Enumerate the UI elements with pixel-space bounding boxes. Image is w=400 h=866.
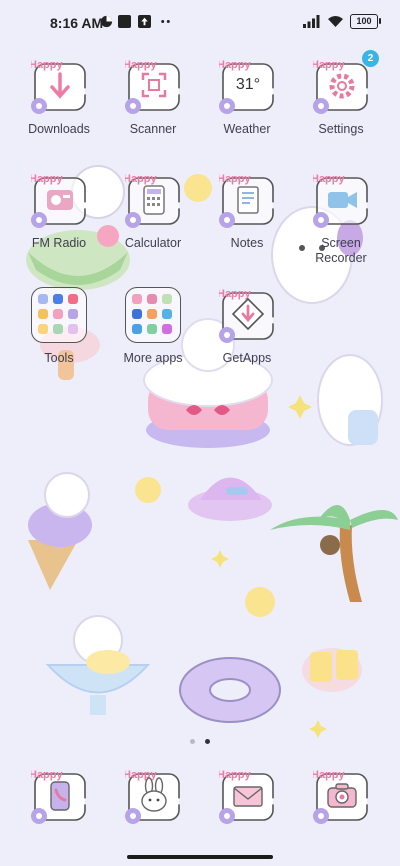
app-getapps[interactable]: Happy GetApps [201, 287, 293, 366]
beer-decoration [302, 648, 362, 692]
dessert-bowl-decoration [45, 615, 151, 715]
happy-tag: Happy [31, 59, 64, 71]
app-label-scanner: Scanner [129, 122, 177, 136]
app-label-notes: Notes [230, 236, 264, 250]
video-camera-icon: Happy [311, 173, 368, 228]
dock-camera[interactable]: Happy [295, 768, 387, 824]
notification-app-icon [118, 15, 131, 28]
folder-tools[interactable]: Tools [13, 287, 105, 366]
camera-icon: Happy [311, 769, 368, 824]
upload-notification-icon [138, 15, 151, 28]
mail-icon: Happy [217, 769, 274, 824]
download-icon: Happy [29, 59, 86, 114]
app-fm-radio[interactable]: Happy FM Radio [13, 172, 105, 251]
swim-ring-decoration [179, 657, 281, 723]
folder-icon [31, 287, 87, 343]
app-label-screen-recorder: Screen Recorder [315, 236, 367, 265]
folder-label-more-apps: More apps [123, 351, 183, 365]
happy-tag: Happy [313, 769, 346, 781]
scan-icon: Happy [123, 59, 180, 114]
happy-tag: Happy [125, 59, 158, 71]
dock-mail[interactable]: Happy [201, 768, 293, 824]
page-indicator [0, 731, 400, 749]
happy-tag: Happy [313, 173, 346, 185]
app-scanner[interactable]: Happy Scanner [107, 58, 199, 137]
page-dot-2 [205, 739, 211, 744]
hat-decoration [188, 477, 272, 521]
calculator-icon: Happy [123, 173, 180, 228]
happy-tag: Happy [313, 59, 346, 71]
app-label-weather: Weather [223, 122, 271, 136]
radio-icon: Happy [29, 173, 86, 228]
happy-tag: Happy [125, 173, 158, 185]
app-label-getapps: GetApps [222, 351, 272, 365]
app-weather[interactable]: Happy 31° Weather [201, 58, 293, 137]
happy-tag: Happy [31, 173, 64, 185]
app-settings[interactable]: Happy 2 Settings [295, 50, 387, 137]
happy-tag: Happy [125, 769, 158, 781]
status-time: 8:16 AM [50, 15, 104, 31]
dock-messages[interactable]: Happy [107, 768, 199, 824]
status-bar: 8:16 AM 100 [0, 0, 400, 44]
happy-tag: Happy [219, 769, 252, 781]
messages-bunny-icon: Happy [123, 769, 180, 824]
app-label-calculator: Calculator [124, 236, 182, 250]
happy-tag: Happy [219, 288, 252, 300]
happy-tag: Happy [219, 59, 252, 71]
page-dot-1 [189, 739, 195, 744]
weather-temperature: 31° [235, 76, 261, 93]
notification-badge: 2 [362, 50, 379, 67]
app-calculator[interactable]: Happy Calculator [107, 172, 199, 251]
battery-indicator: 100 [350, 14, 381, 29]
app-notes[interactable]: Happy Notes [201, 172, 293, 251]
folder-label-tools: Tools [44, 351, 74, 365]
dock-phone[interactable]: Happy [13, 768, 105, 824]
palm-tree-decoration [270, 505, 398, 602]
icecream-cat-decoration [28, 472, 92, 590]
gear-icon: Happy [311, 59, 368, 114]
more-notifications-icon [161, 20, 170, 23]
happy-tag: Happy [219, 173, 252, 185]
happy-tag: Happy [31, 769, 64, 781]
app-label-downloads: Downloads [28, 122, 90, 136]
app-label-settings: Settings [318, 122, 364, 136]
data-saver-icon [100, 15, 113, 28]
notes-icon: Happy [217, 173, 274, 228]
gesture-navigation-bar[interactable] [127, 855, 273, 859]
phone-icon: Happy [29, 769, 86, 824]
wifi-icon [328, 16, 343, 27]
app-label-fm-radio: FM Radio [31, 236, 87, 250]
folder-more-apps[interactable]: More apps [107, 287, 199, 366]
signal-icon [303, 15, 320, 28]
app-downloads[interactable]: Happy Downloads [13, 58, 105, 137]
folder-icon [125, 287, 181, 343]
cat-drink-decoration [317, 354, 383, 446]
getapps-icon: Happy [217, 288, 274, 343]
app-screen-recorder[interactable]: Happy Screen Recorder [295, 172, 387, 266]
